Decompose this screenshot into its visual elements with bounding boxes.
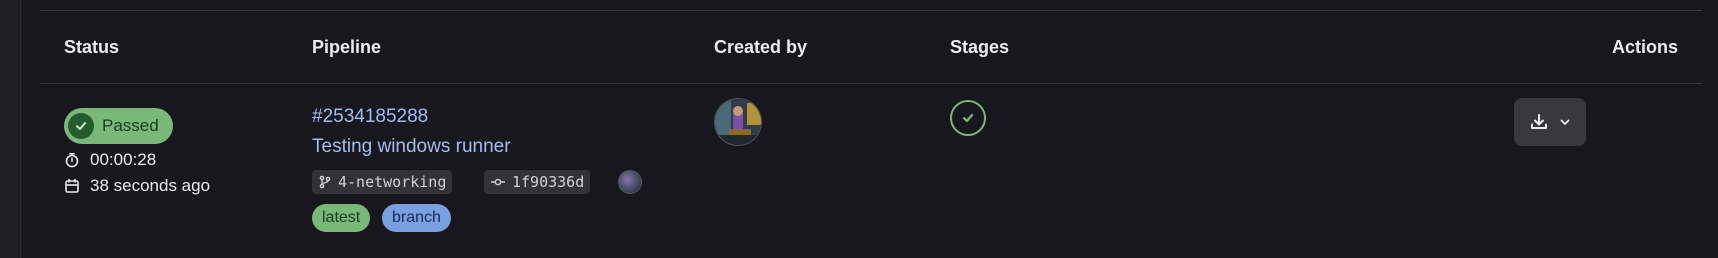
header-status: Status <box>64 37 120 57</box>
pipeline-title-link[interactable]: Testing windows runner <box>312 136 511 158</box>
branch-icon <box>319 175 331 189</box>
status-label: Passed <box>102 116 159 135</box>
pipelines-table: Status Pipeline Created by Stages Action… <box>40 0 1702 258</box>
commit-sha: 1f90336d <box>512 173 585 191</box>
status-success-icon[interactable] <box>950 100 986 136</box>
finished-text: 38 seconds ago <box>90 176 211 195</box>
commit-ref[interactable]: 1f90336d <box>484 170 591 194</box>
header-actions: Actions <box>1611 37 1678 57</box>
commit-icon <box>491 178 505 186</box>
left-sidebar-edge <box>0 0 21 258</box>
branch-name: 4-networking <box>338 173 447 191</box>
header-stages: Stages <box>950 37 1010 57</box>
branch-ref[interactable]: 4-networking <box>312 170 453 194</box>
commit-author-avatar[interactable] <box>618 170 642 194</box>
check-circle-icon <box>68 113 94 139</box>
calendar-icon <box>65 178 79 193</box>
download-icon <box>1531 114 1547 129</box>
stopwatch-icon <box>65 153 79 168</box>
tag-latest: latest <box>312 204 371 232</box>
finished-time: 38 seconds ago <box>64 176 210 196</box>
duration-text: 00:00:28 <box>90 150 157 169</box>
status-badge[interactable]: Passed <box>64 108 173 144</box>
tag-branch: branch <box>382 204 451 232</box>
chevron-down-icon <box>1560 119 1570 125</box>
duration: 00:00:28 <box>64 150 156 170</box>
pipeline-id-link[interactable]: #2534185288 <box>312 106 428 128</box>
header-created-by: Created by <box>714 37 808 57</box>
table-row: Passed 00:00:28 38 seconds ago #25341852… <box>40 84 1702 258</box>
user-avatar[interactable] <box>714 98 762 146</box>
table-header-row: Status Pipeline Created by Stages Action… <box>40 11 1702 84</box>
download-artifacts-button[interactable] <box>1514 98 1586 146</box>
header-pipeline: Pipeline <box>312 37 382 57</box>
